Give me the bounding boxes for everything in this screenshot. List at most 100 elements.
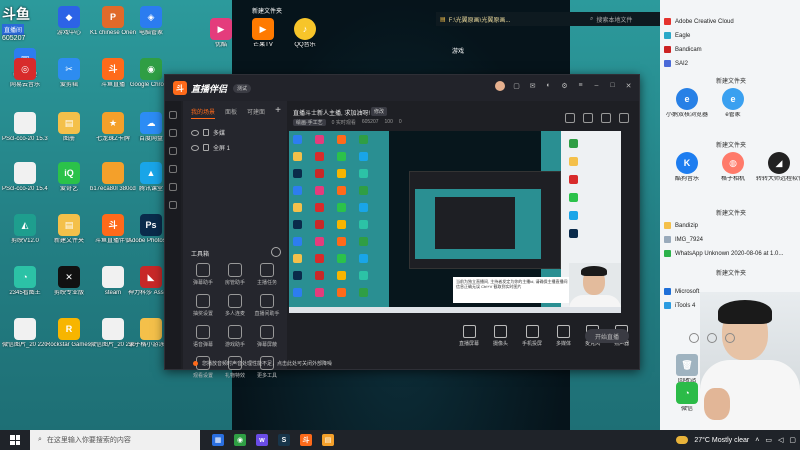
tab-buildable[interactable]: 可建面 (247, 107, 265, 119)
tool-item[interactable]: 房管助手 (219, 263, 251, 286)
tool-item[interactable]: 多人连麦 (219, 294, 251, 317)
desktop-icon[interactable]: R Rockstar Games Launc... (46, 318, 92, 349)
taskbar-app-icon[interactable]: ◉ (234, 434, 246, 446)
desktop-icon[interactable]: PScl-cco-20 15.3.......编... (2, 112, 48, 143)
explorer-search-box[interactable]: ⌕ 搜索本地文件 (586, 12, 660, 26)
source-control[interactable]: 手机投屏 (522, 325, 542, 347)
rp-app-row[interactable]: Bandicam (664, 46, 702, 53)
edit-room-button[interactable]: 修改 (371, 107, 388, 116)
app-titlebar[interactable]: 斗 直播伴侣 测试 ▢ ✉ ◐ ⚙ ≡ – □ ✕ (165, 75, 639, 101)
menu-icon[interactable]: ≡ (576, 81, 585, 90)
skin-icon[interactable]: ◐ (544, 81, 553, 90)
network-icon[interactable]: ▭ (765, 436, 772, 444)
taskbar-app-icon[interactable]: 斗 (300, 434, 312, 446)
tool-item[interactable]: 主播任务 (251, 263, 283, 286)
desktop-icon[interactable]: PScl-cco-20 15.4......编... (2, 162, 48, 193)
room-title[interactable]: 直播斗士新人主播, 求加油呀! (293, 108, 370, 117)
tool-item[interactable]: 语音弹幕 (187, 325, 219, 348)
desktop-icon[interactable]: ▤ 新建文件夹 (46, 214, 92, 245)
taskbar-search[interactable]: ⌕ 在这里输入你要搜索的内容 (30, 430, 200, 450)
lock-icon[interactable] (203, 129, 209, 136)
room-category[interactable]: 绘画·手工艺 (293, 119, 326, 126)
desktop-icon[interactable]: ◆ 游戏中心 (46, 6, 92, 37)
taskbar-app-icon[interactable]: w (256, 434, 268, 446)
taskbar-app-icon[interactable]: ▦ (212, 434, 224, 446)
share-icon[interactable] (619, 113, 629, 123)
start-live-button[interactable]: 开始直播 (585, 329, 629, 343)
rp-app-row[interactable]: iTools 4 (664, 302, 695, 309)
desktop-icon[interactable]: ✂ 爱剪辑 (46, 58, 92, 89)
preview-desktop-icon (293, 220, 302, 229)
user-avatar[interactable] (495, 81, 505, 91)
rp-icon[interactable]: ◍ 格子相机 (710, 152, 756, 183)
record-icon[interactable] (601, 113, 611, 123)
taskbar-app-icon[interactable]: ▤ (322, 434, 334, 446)
settings-icon[interactable]: ⚙ (560, 81, 569, 90)
desktop-icon[interactable]: ◭ 剪映V12.0 (2, 214, 48, 245)
desktop-icon[interactable]: ◔ 2345看图王 (2, 266, 48, 297)
rp-icon[interactable]: e e管家 (710, 88, 756, 119)
rail-fans-icon[interactable] (169, 183, 177, 191)
rp-icon[interactable]: ◢ 转转大师远程软件 (756, 152, 800, 183)
maximize-icon[interactable]: □ (608, 81, 617, 90)
layer-row[interactable]: 全屏 1 (183, 140, 287, 155)
tab-panel[interactable]: 面板 (225, 107, 237, 119)
rp-file-row[interactable]: IMG_7924 (664, 236, 703, 243)
tool-item[interactable]: 弹幕助手 (187, 263, 219, 286)
notification-icon[interactable]: ▢ (789, 436, 796, 444)
desktop-icon[interactable]: ▤ 图册 (46, 112, 92, 143)
start-button[interactable] (0, 435, 30, 445)
chevron-up-icon[interactable]: ˄ (755, 437, 759, 444)
rail-room-icon[interactable] (169, 147, 177, 155)
rp-icon[interactable]: K 酷狗音乐 (664, 152, 710, 183)
top-app-icon[interactable]: ▶ 芒果TV (240, 18, 286, 49)
desktop-icon[interactable]: iQ 爱奇艺 (46, 162, 92, 193)
layer-row[interactable]: 多媒 (183, 125, 287, 140)
rail-more-icon[interactable] (169, 201, 177, 209)
tool-item[interactable]: 弹幕屏蔽 (251, 325, 283, 348)
rp-file-row[interactable]: WhatsApp Unknown 2020-08-06 at 1.0... (664, 250, 783, 257)
gift-icon[interactable]: ▢ (512, 81, 521, 90)
lock-icon[interactable] (203, 144, 209, 151)
eye-icon[interactable] (707, 333, 717, 343)
top-app-icon[interactable]: ▶ 优酷 (198, 18, 244, 49)
volume-icon[interactable]: ◁ (778, 436, 783, 444)
rp-app-row[interactable]: Microsoft... (664, 288, 704, 295)
close-icon[interactable]: ✕ (624, 81, 633, 90)
desktop-icon[interactable]: ◎ 网易云音乐 (2, 58, 48, 89)
screenshot-icon[interactable] (565, 113, 575, 123)
desktop-icon[interactable]: ✕ 剪映专业版 (46, 266, 92, 297)
eye-icon[interactable] (191, 129, 199, 136)
rp-app-row[interactable]: SAI2 (664, 60, 688, 67)
rp-app-row[interactable]: Adobe Creative Cloud (664, 18, 734, 25)
warning-bar[interactable]: 您播放音频时声音处理性能不足，点击此处可关闭外部降噪 (165, 357, 653, 369)
source-control[interactable]: 直播屏幕 (459, 325, 479, 347)
explorer-address-bar[interactable]: ▤ F:\光翼原画\光翼原画... (436, 12, 586, 26)
tab-my-scenes[interactable]: 我的场景 (191, 107, 216, 119)
chat-icon[interactable] (689, 333, 699, 343)
tool-item[interactable]: 直播间助手 (251, 294, 283, 317)
layout-icon[interactable] (583, 113, 593, 123)
weather-text[interactable]: 27°C Mostly clear (694, 437, 749, 444)
rp-icon[interactable]: e 小鹅双核浏览器 (664, 88, 710, 119)
gear-icon[interactable] (725, 333, 735, 343)
tool-item[interactable]: 游戏助手 (219, 325, 251, 348)
rail-data-icon[interactable] (169, 165, 177, 173)
desktop-icon[interactable]: ◈ 电脑管家 (128, 6, 174, 37)
eye-icon[interactable] (191, 144, 199, 151)
rail-home-icon[interactable] (169, 111, 177, 119)
rail-scene-icon[interactable] (169, 129, 177, 137)
desktop-icon[interactable]: 微信图片_20 2201112... (2, 318, 48, 349)
add-scene-button[interactable]: + (275, 105, 281, 116)
source-control[interactable]: 多媒体 (556, 325, 571, 347)
taskbar-app-icon[interactable]: S (278, 434, 290, 446)
tool-item[interactable]: 抽奖设置 (187, 294, 219, 317)
message-icon[interactable]: ✉ (528, 81, 537, 90)
rp-app-row[interactable]: Eagle (664, 32, 690, 39)
rp-file-row[interactable]: Bandizip (664, 222, 698, 229)
stream-preview[interactable]: 当前为独立直播间, 主持者发定为你的主播id, 请确保主播直播间信息正确无误 C… (289, 131, 621, 313)
minimize-icon[interactable]: – (592, 81, 601, 90)
toolbox-settings-icon[interactable] (271, 247, 281, 257)
top-app-icon[interactable]: ♪ QQ音乐 (282, 18, 328, 49)
source-control[interactable]: 摄像头 (493, 325, 508, 347)
